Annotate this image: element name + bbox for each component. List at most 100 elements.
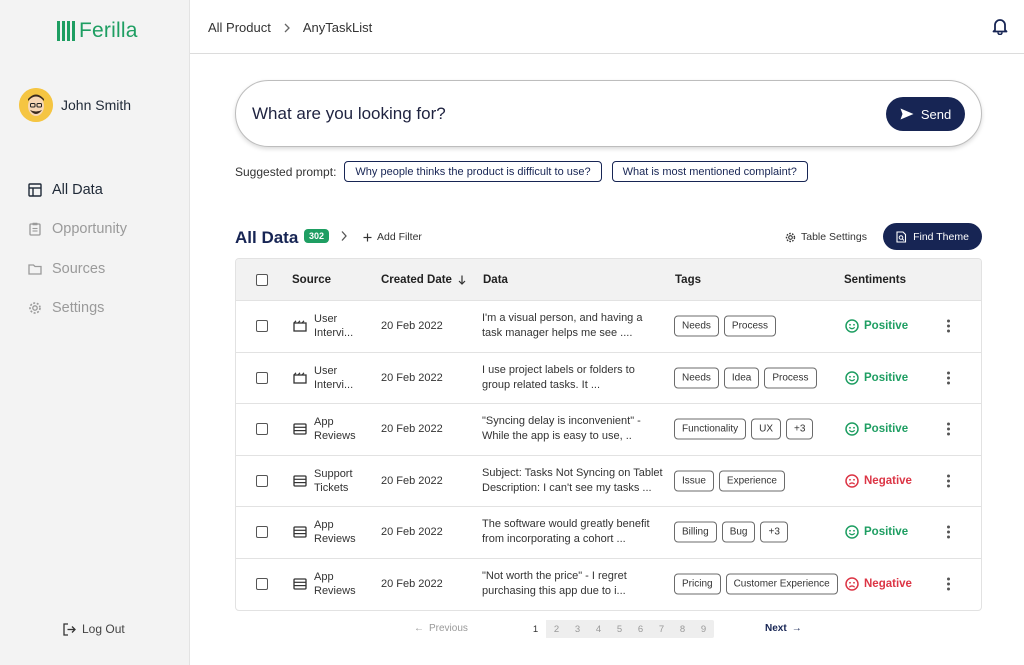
- user-name: John Smith: [61, 97, 132, 113]
- tag-chip[interactable]: Functionality: [674, 418, 747, 440]
- row-checkbox[interactable]: [256, 423, 268, 436]
- user-profile[interactable]: John Smith: [19, 88, 131, 122]
- tag-chip[interactable]: Customer Experience: [725, 573, 838, 595]
- page-number[interactable]: 6: [630, 620, 651, 638]
- more-options-icon[interactable]: [947, 474, 950, 488]
- sidebar-item-opportunity[interactable]: Opportunity: [28, 210, 127, 250]
- add-filter-button[interactable]: Add Filter: [363, 231, 422, 243]
- source-line: Reviews: [314, 430, 356, 443]
- logout-icon: [63, 622, 76, 636]
- next-page-button[interactable]: Next →: [765, 623, 802, 634]
- data-line: from incorporating a cohort ...: [482, 533, 626, 546]
- app-logo[interactable]: Ferilla: [57, 19, 138, 43]
- page-number[interactable]: 7: [651, 620, 672, 638]
- more-options-icon[interactable]: [947, 422, 950, 436]
- table-row[interactable]: App Reviews 20 Feb 2022 "Syncing delay i…: [236, 404, 981, 456]
- notification-bell-icon[interactable]: [992, 18, 1008, 40]
- tag-chip[interactable]: Billing: [674, 521, 717, 543]
- data-cell: The software would greatly benefit from …: [482, 517, 667, 547]
- table-settings-label: Table Settings: [801, 231, 867, 243]
- table-header: Source Created Date Data Tags Sentiments: [236, 259, 981, 301]
- sidebar-item-label: Opportunity: [52, 221, 127, 238]
- table-row[interactable]: App Reviews 20 Feb 2022 The software wou…: [236, 507, 981, 559]
- tag-chip[interactable]: Needs: [674, 367, 719, 389]
- table-settings-button[interactable]: Table Settings: [785, 231, 867, 243]
- search-bar[interactable]: What are you looking for? Send: [235, 80, 982, 147]
- tag-chip[interactable]: +3: [760, 521, 788, 543]
- page-number[interactable]: 9: [693, 620, 714, 638]
- page-numbers: 123456789: [525, 620, 714, 638]
- search-input[interactable]: What are you looking for?: [252, 104, 446, 124]
- data-line: I use project labels or folders to: [482, 363, 635, 376]
- more-options-icon[interactable]: [947, 319, 950, 333]
- more-options-icon[interactable]: [947, 371, 950, 385]
- tag-chip[interactable]: +3: [786, 418, 814, 440]
- sidebar-item-settings[interactable]: Settings: [28, 289, 127, 329]
- sidebar-item-sources[interactable]: Sources: [28, 249, 127, 289]
- send-button-label: Send: [920, 106, 952, 122]
- more-options-icon[interactable]: [947, 577, 950, 591]
- data-cell: I use project labels or folders to group…: [482, 363, 667, 393]
- data-line: group related tasks. It ...: [482, 378, 601, 391]
- source-cell: User Intervi...: [293, 364, 353, 392]
- tag-chip[interactable]: UX: [751, 418, 782, 440]
- tags-cell: Pricing Customer Experience: [674, 573, 838, 595]
- created-date-cell: 20 Feb 2022: [381, 423, 443, 436]
- data-line: "Syncing delay is inconvenient" -: [482, 415, 641, 428]
- tag-chip[interactable]: Experience: [718, 470, 785, 492]
- table-row[interactable]: User Intervi... 20 Feb 2022 I'm a visual…: [236, 301, 981, 353]
- data-line: Description: I can't see my tasks ...: [482, 481, 652, 494]
- find-theme-button[interactable]: Find Theme: [883, 223, 982, 250]
- page-number[interactable]: 5: [609, 620, 630, 638]
- column-header-source[interactable]: Source: [292, 274, 331, 286]
- send-button[interactable]: Send: [886, 97, 965, 131]
- table-row[interactable]: App Reviews 20 Feb 2022 "Not worth the p…: [236, 559, 981, 611]
- tag-chip[interactable]: Needs: [674, 315, 719, 337]
- table-row[interactable]: User Intervi... 20 Feb 2022 I use projec…: [236, 353, 981, 404]
- select-all-checkbox[interactable]: [256, 273, 268, 286]
- data-line: Subject: Tasks Not Syncing on Tablet: [482, 466, 663, 479]
- smile-icon: [845, 371, 859, 385]
- row-checkbox[interactable]: [256, 578, 268, 591]
- arrow-right-icon: →: [791, 623, 802, 634]
- source-line: Support: [314, 467, 353, 480]
- page-number[interactable]: 2: [546, 620, 567, 638]
- column-header-sentiments[interactable]: Sentiments: [844, 274, 906, 286]
- document-search-icon: [896, 230, 907, 243]
- sidebar: Ferilla John Smith All Data Opportunity: [0, 0, 190, 665]
- breadcrumb-item[interactable]: AnyTaskList: [303, 20, 372, 35]
- suggested-prompt-chip[interactable]: Why people thinks the product is difficu…: [344, 161, 602, 182]
- previous-page-button[interactable]: ← Previous: [414, 623, 468, 634]
- tag-chip[interactable]: Pricing: [674, 573, 721, 595]
- tag-chip[interactable]: Process: [723, 315, 777, 337]
- tag-chip[interactable]: Idea: [723, 367, 760, 389]
- suggested-prompts: Suggested prompt: Why people thinks the …: [235, 161, 810, 182]
- tag-chip[interactable]: Issue: [674, 470, 714, 492]
- table-row[interactable]: Support Tickets 20 Feb 2022 Subject: Tas…: [236, 456, 981, 507]
- row-checkbox[interactable]: [256, 474, 268, 487]
- breadcrumb-item[interactable]: All Product: [208, 20, 271, 35]
- row-checkbox[interactable]: [256, 320, 268, 333]
- column-header-tags[interactable]: Tags: [675, 274, 701, 286]
- column-header-date[interactable]: Created Date: [381, 274, 466, 286]
- suggested-prompt-chip[interactable]: What is most mentioned complaint?: [611, 161, 808, 182]
- sentiment-cell: Negative: [845, 474, 912, 488]
- tags-cell: Functionality UX +3: [674, 418, 814, 440]
- page-number[interactable]: 8: [672, 620, 693, 638]
- column-header-data[interactable]: Data: [483, 274, 508, 286]
- previous-label: Previous: [429, 623, 468, 634]
- sidebar-item-all-data[interactable]: All Data: [28, 170, 127, 210]
- find-theme-label: Find Theme: [913, 230, 969, 243]
- row-checkbox[interactable]: [256, 371, 268, 384]
- row-checkbox[interactable]: [256, 526, 268, 539]
- avatar: [19, 88, 53, 122]
- more-options-icon[interactable]: [947, 525, 950, 539]
- logout-button[interactable]: Log Out: [63, 622, 125, 636]
- source-line: Reviews: [314, 533, 356, 546]
- tag-chip[interactable]: Bug: [721, 521, 756, 543]
- tag-chip[interactable]: Process: [764, 367, 817, 389]
- page-number[interactable]: 1: [525, 620, 546, 638]
- page-number[interactable]: 4: [588, 620, 609, 638]
- chevron-right-icon[interactable]: [340, 230, 348, 242]
- page-number[interactable]: 3: [567, 620, 588, 638]
